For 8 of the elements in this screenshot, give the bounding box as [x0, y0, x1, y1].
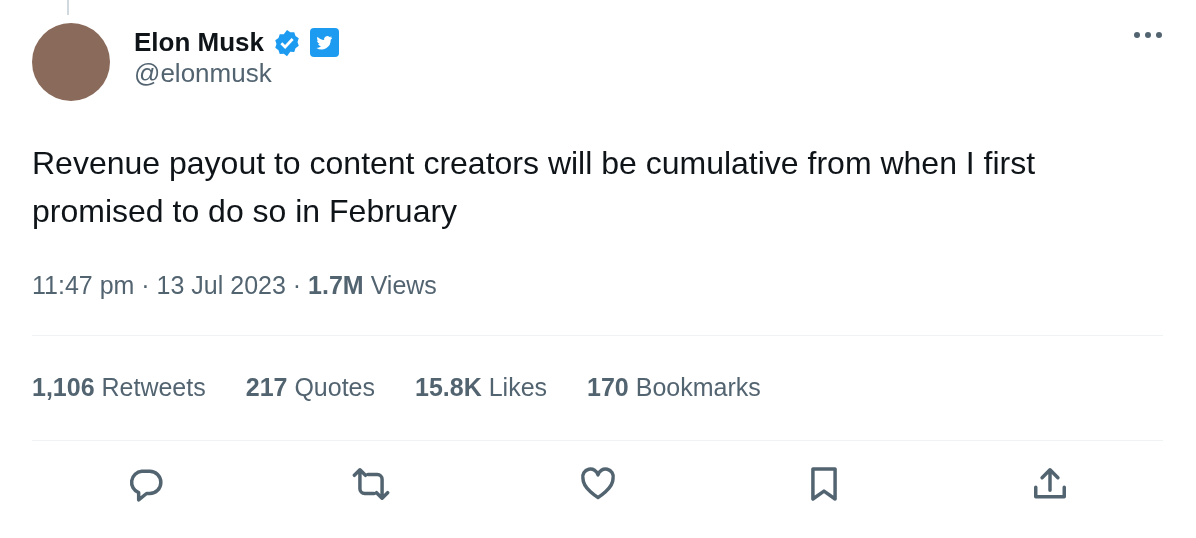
author-name[interactable]: Elon Musk — [134, 27, 264, 59]
stat-link[interactable]: 170 Bookmarks — [587, 368, 761, 407]
stat-link[interactable]: 15.8K Likes — [415, 368, 548, 407]
stat-link[interactable]: 1,106 Retweets — [32, 368, 206, 407]
tweet-text: Revenue payout to content creators will be cumulative from when I first promised to do so in February — [32, 144, 1037, 231]
stat-link[interactable]: 217 Quotes — [245, 368, 375, 407]
author-handle[interactable]: @elonmusk — [134, 58, 1133, 90]
tweet-meta: 11:47 pm · 13 Jul 2023 · 1.7M Views — [32, 270, 437, 301]
